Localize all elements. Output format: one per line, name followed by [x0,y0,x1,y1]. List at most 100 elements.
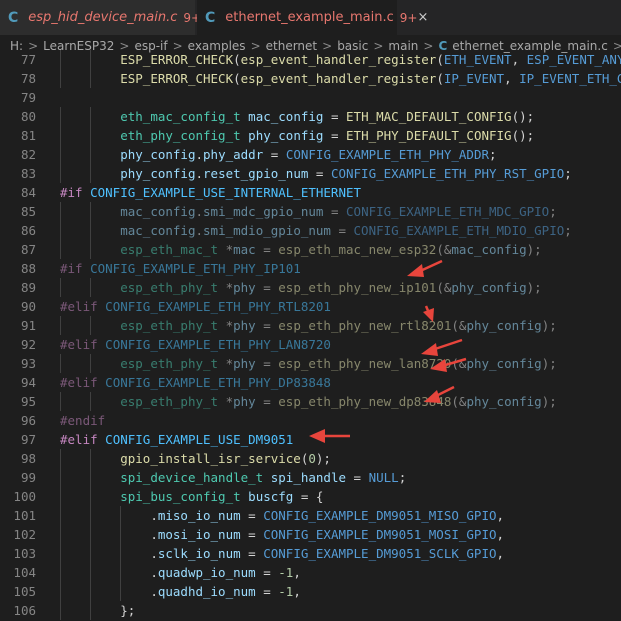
code-line: 87 esp_eth_mac_t *mac = esp_eth_mac_new_… [0,240,621,259]
code-token: gpio_install_isr_service [120,451,301,466]
code-token: miso_io_num [157,508,241,523]
code-text: esp_eth_mac_t *mac = esp_eth_mac_new_esp… [60,240,542,259]
code-editor[interactable]: 77 ESP_ERROR_CHECK(esp_event_handler_reg… [0,50,621,621]
line-number: 105 [13,584,36,599]
code-token: CONFIG_EXAMPLE_DM9051_MISO_GPIO [263,508,497,523]
code-token: sclk_io_num [157,546,241,561]
code-token: esp_eth_phy_t [120,280,219,295]
code-text: .quadhd_io_num = -1, [60,582,301,601]
code-token: CONFIG_EXAMPLE_USE_INTERNAL_ETHERNET [90,185,362,200]
code-text: mac_config.smi_mdc_gpio_num = CONFIG_EXA… [60,202,557,221]
code-token: CONFIG_EXAMPLE_USE_DM9051 [105,432,294,447]
line-number: 95 [20,394,36,409]
code-token: = [240,508,264,523]
code-text: ESP_ERROR_CHECK(esp_event_handler_regist… [60,50,621,69]
code-token: spi_bus_config_t [120,489,241,504]
code-token: smi_mdc_gpio_num [203,204,324,219]
code-token: phy [233,356,256,371]
code-token: CONFIG_EXAMPLE_ETH_MDIO_GPIO [353,223,565,238]
code-token: = [255,565,279,580]
code-token: , [293,584,301,599]
code-line: 89 esp_eth_phy_t *phy = esp_eth_phy_new_… [0,278,621,297]
code-text: eth_phy_config_t phy_config = ETH_PHY_DE… [60,126,534,145]
code-token: esp_event_handler_register [240,52,437,67]
code-token: phy_config [248,128,324,143]
code-line: 94 #elif CONFIG_EXAMPLE_ETH_PHY_DP83848 [0,373,621,392]
code-token: = [323,109,347,124]
code-text: phy_config.reset_gpio_num = CONFIG_EXAMP… [60,164,572,183]
code-token: ESP_EVENT_ANY_I [526,52,621,67]
code-token: , [496,527,505,542]
close-icon[interactable]: × [417,10,428,25]
code-token: = [263,147,286,162]
code-text: phy_config.phy_addr = CONFIG_EXAMPLE_ETH… [60,145,496,164]
c-file-icon: C [8,9,19,26]
code-line: 104 .quadwp_io_num = -1, [0,563,621,582]
problems-badge: 9+ [399,10,418,25]
code-token: * [218,356,234,371]
tab-esp-hid-device-main[interactable]: C esp_hid_device_main.c 9+ [0,0,201,35]
code-token: = [330,223,354,238]
code-line: 97 #elif CONFIG_EXAMPLE_USE_DM9051 [0,430,621,449]
code-token: esp_eth_phy_t [120,394,219,409]
code-token: #elif [60,299,98,314]
code-line: 77 ESP_ERROR_CHECK(esp_event_handler_reg… [0,50,621,69]
code-token: quadhd_io_num [157,584,256,599]
c-file-icon: C [205,9,216,26]
code-token: spi_device_handle_t [120,470,264,485]
code-token: ); [526,242,542,257]
tab-label: esp_hid_device_main.c [28,10,178,25]
code-token: #endif [60,413,106,428]
code-token: * [218,242,234,257]
code-token: , [496,508,505,523]
code-token: * [218,318,234,333]
code-token: = [255,394,279,409]
code-token: #elif [60,375,98,390]
code-token: ); [315,451,331,466]
line-number: 93 [20,356,36,371]
code-token: = [240,546,264,561]
line-number: 99 [20,470,36,485]
code-text: #if CONFIG_EXAMPLE_ETH_PHY_IP101 [60,259,301,278]
code-token: ); [541,318,557,333]
code-text: spi_bus_config_t buscfg = { [60,487,323,506]
code-text: #elif CONFIG_EXAMPLE_ETH_PHY_DP83848 [60,373,331,392]
code-line: 83 phy_config.reset_gpio_num = CONFIG_EX… [0,164,621,183]
code-text: #if CONFIG_EXAMPLE_USE_INTERNAL_ETHERNET [60,183,361,202]
code-token: spi_handle [270,470,347,485]
code-token: smi_mdio_gpio_num [203,223,331,238]
code-text: ESP_ERROR_CHECK(esp_event_handler_regist… [60,69,621,88]
line-number: 78 [20,71,36,86]
code-token: eth_mac_config_t [120,109,241,124]
line-number: 81 [20,128,36,143]
code-token: . [150,584,158,599]
code-line: 92 #elif CONFIG_EXAMPLE_ETH_PHY_LAN8720 [0,335,621,354]
tab-label: ethernet_example_main.c [225,10,394,25]
code-line: 101 .miso_io_num = CONFIG_EXAMPLE_DM9051… [0,506,621,525]
code-line: 99 spi_device_handle_t spi_handle = NULL… [0,468,621,487]
code-line: 85 mac_config.smi_mdc_gpio_num = CONFIG_… [0,202,621,221]
code-token: mac_config [248,109,324,124]
code-token: . [195,147,204,162]
code-line: 91 esp_eth_phy_t *phy = esp_eth_phy_new_… [0,316,621,335]
code-token: buscfg [248,489,294,504]
line-number: 96 [20,413,36,428]
code-line: 79 [0,88,621,107]
code-text: esp_eth_phy_t *phy = esp_eth_phy_new_ip1… [60,278,542,297]
code-token: ETH_MAC_DEFAULT_CONFIG [346,109,512,124]
tab-ethernet-example-main[interactable]: C ethernet_example_main.c 9+ × [197,0,428,35]
code-token: ESP_ERROR_CHECK [120,71,234,86]
code-text: eth_mac_config_t mac_config = ETH_MAC_DE… [60,107,534,126]
code-token: , [504,71,520,86]
code-token: CONFIG_EXAMPLE_DM9051_MOSI_GPIO [263,527,497,542]
